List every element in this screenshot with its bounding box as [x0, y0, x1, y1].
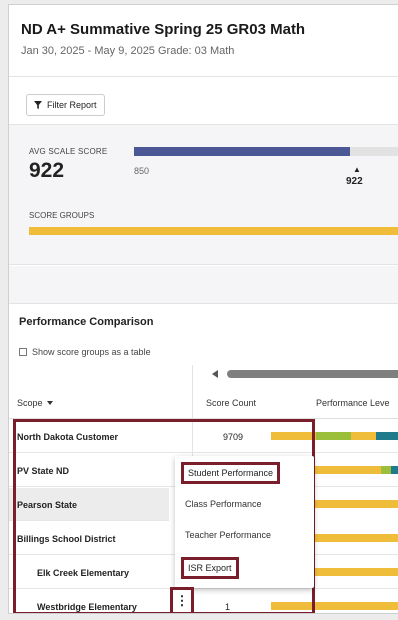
perf-bar-segment: [381, 466, 391, 474]
perf-bar-segment: [309, 534, 398, 542]
perf-bar-segment: [309, 466, 381, 474]
score-track: [134, 147, 398, 156]
checkbox[interactable]: [19, 348, 27, 356]
checkbox-label: Show score groups as a table: [32, 347, 151, 357]
menu-item-class-performance[interactable]: Class Performance: [185, 499, 262, 509]
perf-bar-segment: [391, 466, 398, 474]
scope-header-label: Scope: [17, 398, 43, 408]
score-summary: AVG SCALE SCORE 922 850 ▲ 922 SCORE GROU…: [9, 125, 398, 265]
scroll-left-icon[interactable]: [212, 370, 218, 378]
score-min-tick: 850: [134, 166, 150, 176]
perf-bar-segment: [309, 500, 398, 508]
scroll-thumb[interactable]: [227, 370, 398, 378]
report-header: ND A+ Summative Spring 25 GR03 Math Jan …: [9, 5, 398, 77]
perf-bar-segment: [316, 432, 351, 440]
perf-bar-segment: [351, 432, 376, 440]
report-title: ND A+ Summative Spring 25 GR03 Math: [21, 21, 306, 38]
filter-report-button[interactable]: Filter Report: [26, 94, 105, 116]
menu-item-student-performance[interactable]: Student Performance: [181, 462, 281, 484]
row-actions-menu: Student Performance Class Performance Te…: [175, 456, 314, 588]
report-subtitle: Jan 30, 2025 - May 9, 2025 Grade: 03 Mat…: [21, 45, 235, 57]
performance-comparison-title: Performance Comparison: [19, 316, 154, 328]
avg-scale-score-value: 922: [29, 159, 65, 182]
menu-item-isr-export[interactable]: ISR Export: [181, 557, 239, 579]
perf-bar-segment: [376, 432, 398, 440]
filter-report-label: Filter Report: [47, 100, 97, 110]
more-actions-icon[interactable]: ⋮: [170, 587, 194, 613]
performance-level-header: Performance Leve: [316, 398, 390, 408]
score-marker-value: 922: [346, 176, 363, 187]
report-panel: ND A+ Summative Spring 25 GR03 Math Jan …: [8, 4, 398, 614]
score-groups-bar: [29, 227, 398, 235]
sort-caret-icon: [46, 401, 53, 405]
filter-section: Filter Report: [9, 77, 398, 125]
avg-scale-score-label: AVG SCALE SCORE: [29, 147, 108, 156]
score-fill: [134, 147, 350, 156]
score-count-header: Score Count: [206, 398, 257, 408]
score-marker-icon: ▲: [353, 165, 361, 174]
score-groups-label: SCORE GROUPS: [29, 211, 95, 220]
scope-column-header[interactable]: Scope: [17, 398, 53, 408]
table-header: Scope Score Count Performance Leve: [9, 385, 398, 419]
spacer-section: [9, 266, 398, 304]
score-groups-table-toggle[interactable]: Show score groups as a table: [19, 347, 151, 357]
horizontal-scrollbar[interactable]: [201, 369, 398, 379]
filter-icon: [34, 101, 42, 109]
perf-bar-segment: [309, 568, 398, 576]
menu-item-teacher-performance[interactable]: Teacher Performance: [185, 530, 271, 540]
